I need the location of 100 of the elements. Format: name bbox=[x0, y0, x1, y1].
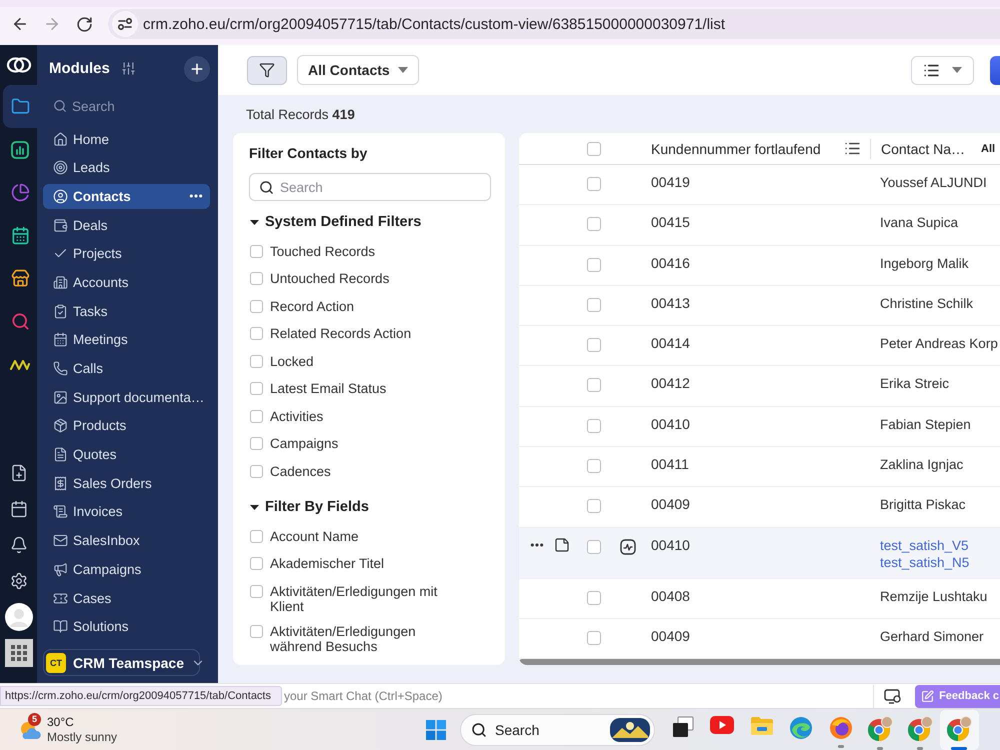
table-row[interactable]: 00416 Ingeborg Malik bbox=[519, 246, 1000, 286]
contact-name: Ivana Supica bbox=[880, 214, 960, 232]
row-checkbox[interactable] bbox=[587, 217, 601, 232]
avatar-icon[interactable] bbox=[4, 603, 32, 631]
row-checkbox[interactable] bbox=[587, 459, 601, 474]
select-all-checkbox[interactable] bbox=[587, 142, 601, 156]
row-checkbox[interactable] bbox=[587, 418, 601, 433]
wallet-icon bbox=[53, 218, 68, 233]
table-row[interactable]: 00408 Remzije Lushtaku bbox=[519, 578, 1000, 619]
all-toggle[interactable]: All bbox=[981, 142, 996, 154]
filter-checkbox[interactable] bbox=[250, 437, 263, 450]
filter-checkbox[interactable] bbox=[250, 557, 263, 570]
contact-name-link[interactable]: test_satish_V5 bbox=[880, 536, 1000, 554]
customer-number: 00414 bbox=[651, 335, 690, 352]
sidebar-item[interactable]: Deals bbox=[43, 212, 210, 238]
notifications-icon[interactable] bbox=[10, 536, 28, 554]
filter-checkbox[interactable] bbox=[250, 300, 263, 312]
sidebar-item[interactable]: Accounts bbox=[43, 270, 210, 295]
contact-name: Brigitta Piskac bbox=[880, 496, 967, 514]
sidebar-item[interactable]: Campaigns bbox=[43, 556, 210, 582]
filter-toggle-button[interactable] bbox=[247, 56, 287, 84]
column-menu-button[interactable] bbox=[844, 140, 861, 157]
sliders-icon[interactable] bbox=[120, 61, 136, 76]
apps-grid-icon[interactable] bbox=[4, 639, 32, 667]
sidebar-item[interactable]: Tasks bbox=[43, 298, 210, 324]
row-checkbox[interactable] bbox=[587, 499, 601, 514]
sidebar-item[interactable]: Home bbox=[43, 126, 210, 152]
sidebar-item[interactable]: Contacts bbox=[43, 184, 210, 209]
note-add-icon[interactable] bbox=[10, 464, 28, 482]
add-module-button[interactable] bbox=[184, 56, 210, 82]
sidebar-item[interactable]: Projects bbox=[43, 241, 210, 266]
column-header: Contact Na… bbox=[881, 140, 966, 156]
list-view-dropdown[interactable] bbox=[910, 56, 974, 84]
settings-icon[interactable] bbox=[10, 572, 28, 590]
caret-down-icon[interactable] bbox=[250, 502, 259, 512]
hovered-table-row[interactable]: 00410 test_satish_V5 test_satish_N5 bbox=[519, 528, 1000, 579]
filter-checkbox[interactable] bbox=[250, 624, 263, 638]
customer-number: 00419 bbox=[651, 174, 690, 191]
zigzag-icon bbox=[10, 358, 30, 370]
module-search-field[interactable]: Search bbox=[43, 92, 210, 120]
overlapping-squares-icon bbox=[672, 716, 694, 738]
calendar-icon[interactable] bbox=[10, 500, 28, 518]
note-icon[interactable] bbox=[554, 536, 570, 553]
customer-number: 00416 bbox=[651, 254, 690, 272]
link-preview-tooltip: https://crm.zoho.eu/crm/org20094057715/tab/Contacts bbox=[0, 686, 282, 706]
filter-checkbox[interactable] bbox=[250, 382, 263, 395]
sidebar-item[interactable]: Sales Orders bbox=[43, 470, 210, 496]
filter-icon bbox=[259, 62, 275, 78]
search-icon bbox=[10, 312, 30, 331]
filter-option-label: Aktivitäten/Erledigungen während Besuchs bbox=[270, 624, 417, 654]
row-checkbox[interactable] bbox=[587, 590, 601, 605]
row-checkbox[interactable] bbox=[587, 298, 601, 312]
view-dropdown[interactable]: All Contacts bbox=[297, 55, 419, 85]
filter-checkbox[interactable] bbox=[250, 584, 263, 598]
sidebar-item[interactable]: Solutions bbox=[43, 614, 210, 640]
filter-option-label: Campaigns bbox=[270, 436, 338, 451]
activity-icon[interactable] bbox=[620, 538, 636, 555]
contact-name: Christine Schilk bbox=[880, 294, 974, 312]
package-icon bbox=[53, 418, 68, 434]
teamspace-selector[interactable]: CT CRM Teamspace bbox=[43, 649, 200, 676]
filter-checkbox[interactable] bbox=[250, 327, 263, 340]
sidebar-item[interactable]: Products bbox=[43, 413, 210, 438]
filter-group-header[interactable]: Filter By Fields bbox=[249, 499, 369, 515]
interlocked-rings-logo[interactable] bbox=[6, 55, 32, 75]
horizontal-scrollbar[interactable] bbox=[519, 659, 1000, 665]
filter-checkbox[interactable] bbox=[250, 464, 263, 478]
sidebar-item[interactable]: Cases bbox=[43, 586, 210, 610]
customer-number: 00412 bbox=[651, 375, 690, 392]
site-settings-icon[interactable] bbox=[112, 11, 138, 37]
row-checkbox[interactable] bbox=[587, 540, 601, 554]
filter-checkbox[interactable] bbox=[250, 272, 263, 285]
taskbar-search-field[interactable]: Search bbox=[460, 714, 655, 746]
row-checkbox[interactable] bbox=[587, 630, 601, 645]
sidebar-item[interactable]: Support documenta… bbox=[43, 384, 210, 410]
filter-checkbox[interactable] bbox=[250, 530, 263, 542]
filter-option-label: Untouched Records bbox=[270, 271, 390, 286]
smart-chat-field[interactable]: your Smart Chat (Ctrl+Space) bbox=[282, 684, 874, 708]
row-checkbox[interactable] bbox=[587, 177, 601, 191]
filter-checkbox[interactable] bbox=[250, 244, 263, 258]
start-menu-icon[interactable] bbox=[426, 720, 446, 740]
row-checkbox[interactable] bbox=[587, 378, 601, 392]
filter-checkbox[interactable] bbox=[250, 410, 263, 422]
sidebar-item[interactable]: Calls bbox=[43, 356, 210, 381]
store-icon bbox=[10, 269, 30, 288]
home-icon bbox=[53, 132, 68, 146]
row-checkbox[interactable] bbox=[587, 338, 601, 352]
customer-number: 00408 bbox=[651, 588, 690, 605]
sidebar-item[interactable]: Meetings bbox=[43, 327, 210, 352]
filter-option-label: Aktivitäten/Erledigungen mit Klient bbox=[270, 584, 438, 614]
address-bar[interactable]: crm.zoho.eu/crm/org20094057715/tab/Contacts/custom-view/638515000000030971/list bbox=[108, 9, 1000, 39]
sidebar-item[interactable]: SalesInbox bbox=[43, 528, 210, 554]
caret-down-icon[interactable] bbox=[250, 218, 259, 226]
row-checkbox[interactable] bbox=[587, 258, 601, 272]
sidebar-item[interactable]: Leads bbox=[43, 155, 210, 180]
selected-rail-tab[interactable] bbox=[3, 85, 37, 128]
contact-name-link[interactable]: test_satish_N5 bbox=[880, 554, 1000, 571]
filter-checkbox[interactable] bbox=[250, 354, 263, 368]
sidebar-item[interactable]: Invoices bbox=[43, 499, 210, 524]
sidebar-item[interactable]: Quotes bbox=[43, 442, 210, 468]
filter-group-header[interactable]: System Defined Filters bbox=[249, 214, 422, 230]
